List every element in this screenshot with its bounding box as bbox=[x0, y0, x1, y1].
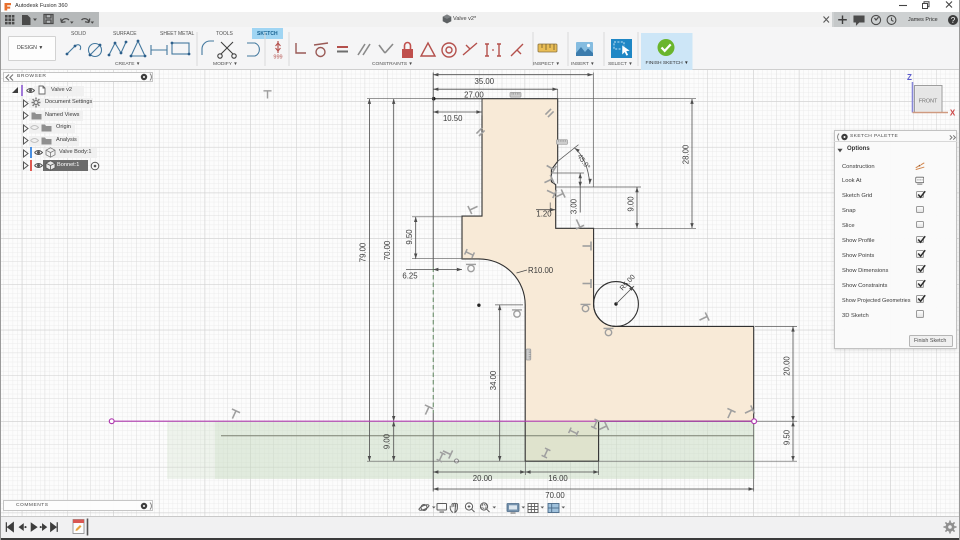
svg-text:?: ? bbox=[951, 15, 956, 24]
svg-text:28.00: 28.00 bbox=[681, 144, 690, 164]
svg-text:FRONT: FRONT bbox=[919, 99, 938, 105]
svg-text:20.00: 20.00 bbox=[473, 473, 493, 482]
svg-text:R10.00: R10.00 bbox=[528, 265, 554, 274]
svg-text:9.50: 9.50 bbox=[405, 228, 414, 244]
svg-text:9.00: 9.00 bbox=[626, 195, 635, 211]
svg-text:Z: Z bbox=[907, 73, 912, 82]
svg-text:X: X bbox=[950, 109, 956, 118]
svg-text:9.00: 9.00 bbox=[383, 433, 392, 449]
svg-text:79.00: 79.00 bbox=[359, 242, 368, 262]
svg-text:999: 999 bbox=[273, 55, 282, 61]
svg-text:27.00: 27.00 bbox=[464, 90, 484, 99]
svg-text:3.00: 3.00 bbox=[570, 198, 579, 214]
svg-text:1.20: 1.20 bbox=[536, 209, 552, 218]
svg-text:34.00: 34.00 bbox=[489, 370, 498, 390]
svg-text:70.00: 70.00 bbox=[545, 490, 565, 499]
svg-text:16.00: 16.00 bbox=[548, 473, 568, 482]
svg-text:70.00: 70.00 bbox=[383, 240, 392, 260]
svg-text:6.25: 6.25 bbox=[402, 271, 418, 280]
svg-text:35.00: 35.00 bbox=[475, 76, 495, 85]
svg-text:9.50: 9.50 bbox=[782, 429, 791, 445]
svg-text:10.50: 10.50 bbox=[443, 114, 463, 123]
svg-text:20.00: 20.00 bbox=[782, 355, 791, 375]
